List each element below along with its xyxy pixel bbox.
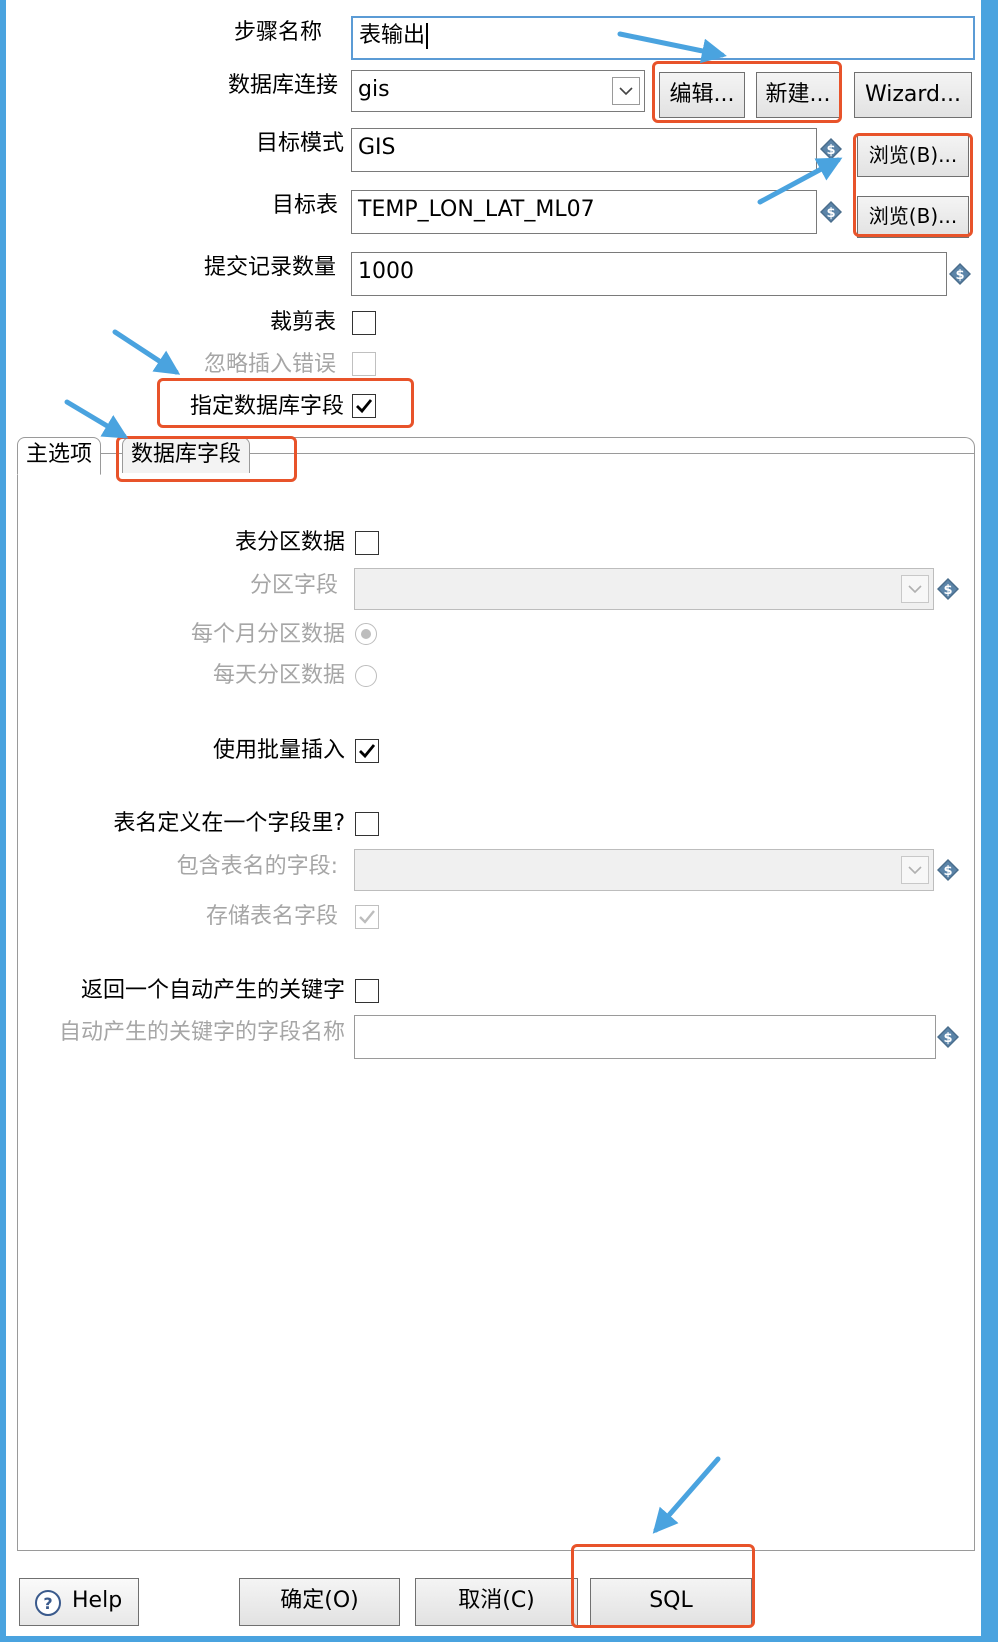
truncate-table-checkbox[interactable] xyxy=(352,311,376,335)
ignore-errors-checkbox[interactable] xyxy=(352,352,376,376)
db-connection-select[interactable]: gis xyxy=(351,70,645,112)
partition-data-label: 表分区数据 xyxy=(234,530,345,555)
chevron-down-icon[interactable] xyxy=(612,77,640,105)
help-label: Help xyxy=(72,1588,123,1613)
daily-partition-radio[interactable] xyxy=(355,665,377,687)
help-button[interactable]: ? Help xyxy=(19,1578,139,1626)
partition-field-label: 分区字段 xyxy=(249,573,338,598)
ok-button[interactable]: 确定(O) xyxy=(239,1578,400,1626)
variable-icon xyxy=(948,262,972,286)
chevron-down-icon[interactable] xyxy=(901,575,929,603)
target-table-input[interactable]: TEMP_LON_LAT_ML07 xyxy=(351,190,817,234)
partition-field-select[interactable] xyxy=(354,568,934,610)
commit-size-input[interactable]: 1000 xyxy=(351,252,947,296)
specify-fields-checkbox[interactable] xyxy=(352,394,376,418)
batch-insert-label: 使用批量插入 xyxy=(212,738,345,763)
truncate-table-label: 裁剪表 xyxy=(269,310,336,335)
chevron-down-icon[interactable] xyxy=(901,856,929,884)
cancel-button[interactable]: 取消(C) xyxy=(415,1578,578,1626)
monthly-partition-label: 每个月分区数据 xyxy=(190,622,345,647)
arrow-to-specify-fields xyxy=(112,329,181,375)
monthly-partition-radio[interactable] xyxy=(355,623,377,645)
tab-strip xyxy=(270,437,975,454)
daily-partition-label: 每天分区数据 xyxy=(212,663,345,688)
target-schema-label: 目标模式 xyxy=(255,131,344,156)
target-schema-input[interactable]: GIS xyxy=(351,128,817,172)
step-name-label: 步骤名称 xyxy=(233,20,322,45)
variable-icon xyxy=(936,858,960,882)
tab-database-fields[interactable]: 数据库字段 xyxy=(122,437,251,473)
variable-icon xyxy=(819,137,843,161)
browse-schema-button[interactable]: 浏览(B)... xyxy=(857,135,969,177)
partition-data-checkbox[interactable] xyxy=(355,531,379,555)
svg-text:?: ? xyxy=(43,1594,52,1613)
return-key-label: 返回一个自动产生的关键字 xyxy=(80,978,345,1003)
table-name-field-select[interactable] xyxy=(354,849,934,891)
commit-size-label: 提交记录数量 xyxy=(203,255,336,280)
variable-icon xyxy=(936,1025,960,1049)
key-field-name-input[interactable] xyxy=(354,1015,936,1059)
ignore-errors-label: 忽略插入错误 xyxy=(203,352,336,377)
table-in-field-checkbox[interactable] xyxy=(355,812,379,836)
batch-insert-checkbox[interactable] xyxy=(355,739,379,763)
window-frame-left xyxy=(0,0,6,1642)
variable-icon xyxy=(936,577,960,601)
db-connection-label: 数据库连接 xyxy=(227,73,338,98)
return-key-checkbox[interactable] xyxy=(355,979,379,1003)
specify-fields-label: 指定数据库字段 xyxy=(189,394,344,419)
store-table-name-checkbox[interactable] xyxy=(355,905,379,929)
tab-main-options[interactable]: 主选项 xyxy=(17,437,102,475)
window-frame-right xyxy=(981,0,998,1642)
table-name-field-label: 包含表名的字段: xyxy=(176,854,338,879)
store-table-name-label: 存储表名字段 xyxy=(205,904,338,929)
window-frame-bottom xyxy=(0,1636,998,1642)
edit-connection-button[interactable]: 编辑... xyxy=(659,72,745,118)
target-table-label: 目标表 xyxy=(271,193,338,218)
table-in-field-label: 表名定义在一个字段里? xyxy=(113,811,345,836)
browse-table-button[interactable]: 浏览(B)... xyxy=(857,196,969,238)
sql-button[interactable]: SQL xyxy=(590,1578,752,1626)
help-icon: ? xyxy=(35,1590,61,1616)
key-field-name-label: 自动产生的关键字的字段名称 xyxy=(58,1020,345,1045)
variable-icon xyxy=(819,200,843,224)
new-connection-button[interactable]: 新建... xyxy=(756,72,840,118)
step-name-input[interactable]: 表输出 xyxy=(351,16,975,60)
wizard-button[interactable]: Wizard... xyxy=(854,72,972,118)
arrow-to-db-fields-tab xyxy=(64,399,129,439)
